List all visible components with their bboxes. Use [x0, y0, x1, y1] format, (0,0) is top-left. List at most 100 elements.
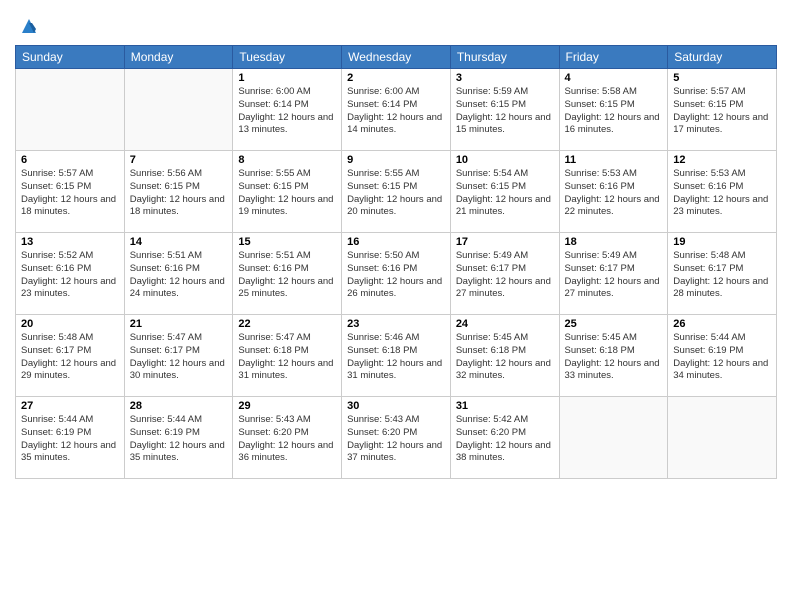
calendar-header-row: SundayMondayTuesdayWednesdayThursdayFrid…: [16, 46, 777, 69]
day-info: Sunrise: 5:43 AM Sunset: 6:20 PM Dayligh…: [238, 414, 336, 465]
calendar-cell: 29 Sunrise: 5:43 AM Sunset: 6:20 PM Dayli…: [233, 397, 342, 479]
day-info: Sunrise: 5:53 AM Sunset: 6:16 PM Dayligh…: [673, 168, 771, 219]
calendar-cell: 17 Sunrise: 5:49 AM Sunset: 6:17 PM Dayli…: [450, 233, 559, 315]
calendar-cell: 31 Sunrise: 5:42 AM Sunset: 6:20 PM Dayli…: [450, 397, 559, 479]
calendar-cell: 10 Sunrise: 5:54 AM Sunset: 6:15 PM Dayli…: [450, 151, 559, 233]
logo: [15, 15, 40, 37]
day-number: 23: [347, 318, 445, 330]
day-number: 12: [673, 154, 771, 166]
day-info: Sunrise: 5:45 AM Sunset: 6:18 PM Dayligh…: [456, 332, 554, 383]
calendar-cell: [124, 69, 233, 151]
calendar-cell: 24 Sunrise: 5:45 AM Sunset: 6:18 PM Dayli…: [450, 315, 559, 397]
day-number: 3: [456, 72, 554, 84]
day-info: Sunrise: 5:56 AM Sunset: 6:15 PM Dayligh…: [130, 168, 228, 219]
day-info: Sunrise: 5:50 AM Sunset: 6:16 PM Dayligh…: [347, 250, 445, 301]
day-number: 1: [238, 72, 336, 84]
calendar-table: SundayMondayTuesdayWednesdayThursdayFrid…: [15, 45, 777, 479]
day-info: Sunrise: 5:55 AM Sunset: 6:15 PM Dayligh…: [238, 168, 336, 219]
calendar-cell: 14 Sunrise: 5:51 AM Sunset: 6:16 PM Dayli…: [124, 233, 233, 315]
calendar-cell: [559, 397, 668, 479]
day-number: 10: [456, 154, 554, 166]
day-info: Sunrise: 5:46 AM Sunset: 6:18 PM Dayligh…: [347, 332, 445, 383]
day-info: Sunrise: 5:59 AM Sunset: 6:15 PM Dayligh…: [456, 86, 554, 137]
calendar-header-sunday: Sunday: [16, 46, 125, 69]
day-info: Sunrise: 6:00 AM Sunset: 6:14 PM Dayligh…: [238, 86, 336, 137]
day-info: Sunrise: 5:49 AM Sunset: 6:17 PM Dayligh…: [565, 250, 663, 301]
calendar-cell: 16 Sunrise: 5:50 AM Sunset: 6:16 PM Dayli…: [342, 233, 451, 315]
page: SundayMondayTuesdayWednesdayThursdayFrid…: [0, 0, 792, 612]
day-number: 9: [347, 154, 445, 166]
calendar-cell: 28Sunrise: 5:44 AM Sunset: 6:19 PM Dayli…: [124, 397, 233, 479]
logo-icon: [18, 15, 40, 37]
calendar-week-1: 1 Sunrise: 6:00 AM Sunset: 6:14 PM Daylig…: [16, 69, 777, 151]
day-number: 4: [565, 72, 663, 84]
day-number: 14: [130, 236, 228, 248]
day-info: Sunrise: 5:58 AM Sunset: 6:15 PM Dayligh…: [565, 86, 663, 137]
calendar-cell: 25Sunrise: 5:45 AM Sunset: 6:18 PM Dayli…: [559, 315, 668, 397]
calendar-cell: 9Sunrise: 5:55 AM Sunset: 6:15 PM Daylig…: [342, 151, 451, 233]
day-number: 15: [238, 236, 336, 248]
day-number: 22: [238, 318, 336, 330]
calendar-header-tuesday: Tuesday: [233, 46, 342, 69]
calendar-cell: 6 Sunrise: 5:57 AM Sunset: 6:15 PM Daylig…: [16, 151, 125, 233]
day-number: 24: [456, 318, 554, 330]
calendar-cell: 27 Sunrise: 5:44 AM Sunset: 6:19 PM Dayli…: [16, 397, 125, 479]
day-number: 16: [347, 236, 445, 248]
day-number: 17: [456, 236, 554, 248]
day-number: 5: [673, 72, 771, 84]
day-info: Sunrise: 5:54 AM Sunset: 6:15 PM Dayligh…: [456, 168, 554, 219]
day-number: 8: [238, 154, 336, 166]
day-info: Sunrise: 5:52 AM Sunset: 6:16 PM Dayligh…: [21, 250, 119, 301]
calendar-cell: 1 Sunrise: 6:00 AM Sunset: 6:14 PM Daylig…: [233, 69, 342, 151]
calendar-week-2: 6 Sunrise: 5:57 AM Sunset: 6:15 PM Daylig…: [16, 151, 777, 233]
day-info: Sunrise: 5:44 AM Sunset: 6:19 PM Dayligh…: [21, 414, 119, 465]
day-number: 2: [347, 72, 445, 84]
day-number: 6: [21, 154, 119, 166]
day-info: Sunrise: 5:57 AM Sunset: 6:15 PM Dayligh…: [21, 168, 119, 219]
day-info: Sunrise: 5:51 AM Sunset: 6:16 PM Dayligh…: [238, 250, 336, 301]
calendar-cell: 19 Sunrise: 5:48 AM Sunset: 6:17 PM Dayli…: [668, 233, 777, 315]
day-info: Sunrise: 5:42 AM Sunset: 6:20 PM Dayligh…: [456, 414, 554, 465]
day-info: Sunrise: 5:43 AM Sunset: 6:20 PM Dayligh…: [347, 414, 445, 465]
calendar-cell: 12 Sunrise: 5:53 AM Sunset: 6:16 PM Dayli…: [668, 151, 777, 233]
day-info: Sunrise: 6:00 AM Sunset: 6:14 PM Dayligh…: [347, 86, 445, 137]
calendar-cell: 5 Sunrise: 5:57 AM Sunset: 6:15 PM Daylig…: [668, 69, 777, 151]
day-info: Sunrise: 5:47 AM Sunset: 6:18 PM Dayligh…: [238, 332, 336, 383]
calendar-week-5: 27 Sunrise: 5:44 AM Sunset: 6:19 PM Dayli…: [16, 397, 777, 479]
calendar-header-thursday: Thursday: [450, 46, 559, 69]
calendar-cell: [16, 69, 125, 151]
day-info: Sunrise: 5:51 AM Sunset: 6:16 PM Dayligh…: [130, 250, 228, 301]
calendar-cell: 3 Sunrise: 5:59 AM Sunset: 6:15 PM Daylig…: [450, 69, 559, 151]
calendar-cell: 2 Sunrise: 6:00 AM Sunset: 6:14 PM Daylig…: [342, 69, 451, 151]
calendar-cell: 20Sunrise: 5:48 AM Sunset: 6:17 PM Dayli…: [16, 315, 125, 397]
calendar-cell: 22 Sunrise: 5:47 AM Sunset: 6:18 PM Dayli…: [233, 315, 342, 397]
day-number: 30: [347, 400, 445, 412]
calendar-header-friday: Friday: [559, 46, 668, 69]
calendar-cell: 26Sunrise: 5:44 AM Sunset: 6:19 PM Dayli…: [668, 315, 777, 397]
day-number: 11: [565, 154, 663, 166]
calendar-cell: 21Sunrise: 5:47 AM Sunset: 6:17 PM Dayli…: [124, 315, 233, 397]
calendar-header-wednesday: Wednesday: [342, 46, 451, 69]
calendar-cell: 30 Sunrise: 5:43 AM Sunset: 6:20 PM Dayli…: [342, 397, 451, 479]
day-number: 25: [565, 318, 663, 330]
day-info: Sunrise: 5:47 AM Sunset: 6:17 PM Dayligh…: [130, 332, 228, 383]
day-info: Sunrise: 5:48 AM Sunset: 6:17 PM Dayligh…: [673, 250, 771, 301]
calendar-cell: 23 Sunrise: 5:46 AM Sunset: 6:18 PM Dayli…: [342, 315, 451, 397]
calendar-header-saturday: Saturday: [668, 46, 777, 69]
day-number: 19: [673, 236, 771, 248]
calendar-cell: 4 Sunrise: 5:58 AM Sunset: 6:15 PM Daylig…: [559, 69, 668, 151]
calendar-week-3: 13 Sunrise: 5:52 AM Sunset: 6:16 PM Dayli…: [16, 233, 777, 315]
calendar-cell: 15 Sunrise: 5:51 AM Sunset: 6:16 PM Dayli…: [233, 233, 342, 315]
calendar-cell: 13 Sunrise: 5:52 AM Sunset: 6:16 PM Dayli…: [16, 233, 125, 315]
day-number: 13: [21, 236, 119, 248]
header: [15, 10, 777, 37]
day-info: Sunrise: 5:57 AM Sunset: 6:15 PM Dayligh…: [673, 86, 771, 137]
calendar-cell: 8 Sunrise: 5:55 AM Sunset: 6:15 PM Daylig…: [233, 151, 342, 233]
day-number: 26: [673, 318, 771, 330]
day-info: Sunrise: 5:49 AM Sunset: 6:17 PM Dayligh…: [456, 250, 554, 301]
day-number: 29: [238, 400, 336, 412]
day-number: 31: [456, 400, 554, 412]
calendar-cell: [668, 397, 777, 479]
calendar-header-monday: Monday: [124, 46, 233, 69]
day-number: 27: [21, 400, 119, 412]
